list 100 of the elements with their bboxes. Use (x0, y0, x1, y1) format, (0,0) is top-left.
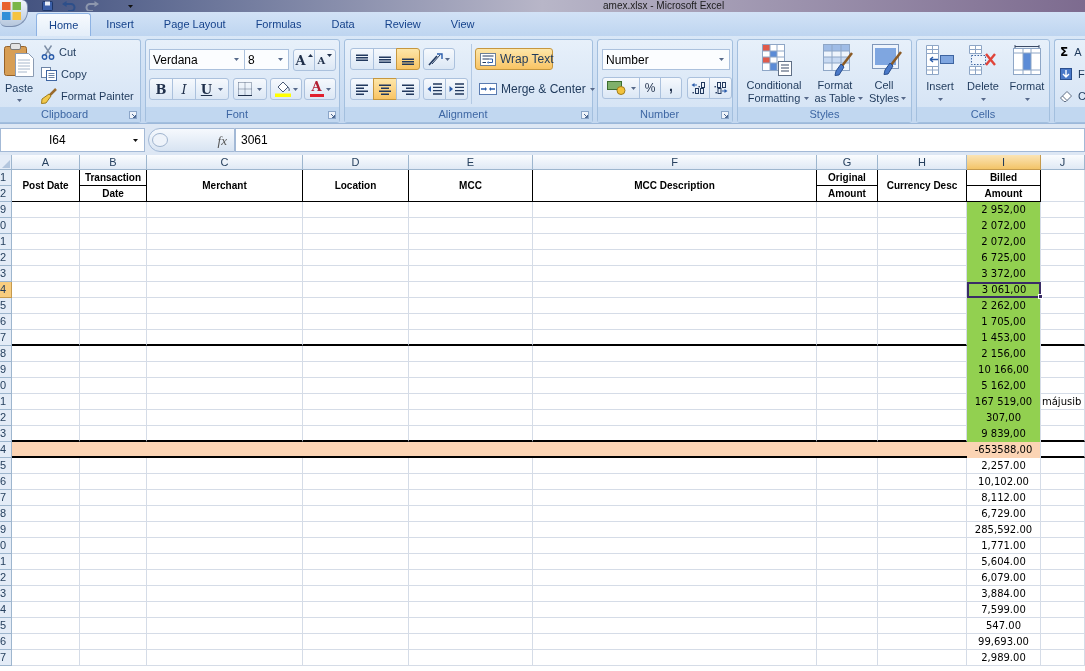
grow-font-button[interactable]: A (293, 49, 315, 71)
row-number[interactable]: 1 (0, 170, 12, 186)
column-header[interactable]: G (817, 155, 878, 170)
row-number[interactable]: 3 (0, 586, 12, 602)
bold-button[interactable]: B (149, 78, 173, 100)
row-number[interactable]: 3 (0, 266, 12, 282)
name-box[interactable]: I64 (0, 128, 145, 152)
percent-style-button[interactable]: % (639, 77, 661, 99)
row-number[interactable]: 8 (0, 346, 12, 362)
merge-center-button[interactable]: Merge & Center (475, 78, 592, 100)
save-icon[interactable] (42, 1, 53, 11)
row-number[interactable]: 7 (0, 330, 12, 346)
cut-button[interactable]: Cut (38, 41, 136, 63)
row-number[interactable]: 7 (0, 650, 12, 666)
font-size-field[interactable]: 8 (244, 49, 289, 70)
align-right-button[interactable] (396, 78, 420, 100)
row-number[interactable]: 1 (0, 234, 12, 250)
row-number[interactable]: 7 (0, 490, 12, 506)
align-center-button[interactable] (373, 78, 397, 100)
align-bottom-button[interactable] (396, 48, 420, 70)
ribbon-tab[interactable]: View (435, 13, 490, 36)
align-left-button[interactable] (350, 78, 374, 100)
row-number[interactable]: 9 (0, 522, 12, 538)
row-number[interactable]: 0 (0, 378, 12, 394)
column-header[interactable]: H (878, 155, 967, 170)
ribbon-tab[interactable]: Data (316, 13, 370, 36)
column-header[interactable]: F (533, 155, 817, 170)
decrease-indent-button[interactable] (423, 78, 446, 100)
row-number[interactable]: 8 (0, 506, 12, 522)
column-header[interactable]: A (12, 155, 80, 170)
clear-button[interactable]: C (1060, 85, 1085, 107)
delete-cells-button[interactable]: Delete (961, 42, 1005, 106)
row-number[interactable]: 5 (0, 458, 12, 474)
row-number[interactable]: 5 (0, 298, 12, 314)
wrap-text-button[interactable]: Wrap Text (475, 48, 553, 70)
row-number[interactable]: 1 (0, 394, 12, 410)
dialog-launcher-icon[interactable] (129, 110, 137, 119)
ribbon-tab[interactable]: Home (36, 13, 92, 36)
column-header[interactable]: J (1041, 155, 1085, 170)
ribbon-tab[interactable]: Insert (91, 13, 149, 36)
conditional-formatting-button[interactable]: Conditional Formatting (742, 42, 812, 106)
dialog-launcher-icon[interactable] (581, 110, 589, 119)
row-number[interactable]: 2 (0, 410, 12, 426)
row-number[interactable]: 0 (0, 538, 12, 554)
font-name-field[interactable]: Verdana (149, 49, 245, 70)
table-cell (12, 490, 80, 506)
round-menu-button[interactable] (0, 0, 28, 27)
row-number[interactable]: 9 (0, 362, 12, 378)
eraser-icon (1060, 90, 1072, 102)
comma-style-button[interactable]: , (660, 77, 682, 99)
row-number[interactable]: 5 (0, 618, 12, 634)
format-as-table-button[interactable]: Format as Table (812, 42, 864, 106)
format-cells-button[interactable]: Format (1005, 42, 1049, 106)
row-number[interactable]: 0 (0, 218, 12, 234)
row-number[interactable]: 4 (0, 442, 12, 458)
font-color-button[interactable]: A (304, 78, 336, 100)
borders-button[interactable] (233, 78, 267, 100)
column-header[interactable]: E (409, 155, 533, 170)
cell-styles-button[interactable]: Cell Styles (864, 42, 910, 106)
fill-handle-icon[interactable] (1038, 294, 1043, 299)
paste-button[interactable]: Paste (0, 40, 38, 106)
orientation-button[interactable] (423, 48, 455, 70)
row-number[interactable]: 2 (0, 570, 12, 586)
row-number[interactable]: 4 (0, 602, 12, 618)
increase-indent-button[interactable] (445, 78, 468, 100)
dialog-launcher-icon[interactable] (721, 110, 729, 119)
accounting-format-button[interactable] (602, 77, 640, 99)
insert-function-button[interactable]: fx (217, 133, 227, 147)
fill-color-button[interactable] (270, 78, 302, 100)
dialog-launcher-icon[interactable] (328, 110, 336, 119)
column-header[interactable]: I (967, 155, 1041, 170)
copy-button[interactable]: Copy (38, 63, 136, 85)
row-number[interactable]: 6 (0, 314, 12, 330)
align-top-button[interactable] (350, 48, 374, 70)
number-format-field[interactable]: Number (602, 49, 730, 70)
row-number[interactable]: 2 (0, 186, 12, 202)
autosum-button[interactable]: Σ A (1060, 41, 1085, 63)
row-number[interactable]: 3 (0, 426, 12, 442)
row-number[interactable]: 6 (0, 634, 12, 650)
column-header[interactable]: C (147, 155, 303, 170)
row-number[interactable]: 6 (0, 474, 12, 490)
format-painter-button[interactable]: Format Painter (38, 85, 136, 107)
insert-cells-button[interactable]: Insert (919, 42, 961, 106)
ribbon-tab[interactable]: Page Layout (148, 13, 241, 36)
fill-button[interactable]: F (1060, 63, 1085, 85)
ribbon-tab[interactable]: Formulas (240, 13, 317, 36)
column-header[interactable]: B (80, 155, 147, 170)
underline-button[interactable]: U (195, 78, 229, 100)
formula-input[interactable]: 3061 (235, 128, 1085, 152)
decrease-decimal-button[interactable] (709, 77, 732, 99)
align-middle-button[interactable] (373, 48, 397, 70)
increase-decimal-button[interactable] (687, 77, 710, 99)
column-header[interactable]: D (303, 155, 409, 170)
italic-button[interactable]: I (172, 78, 196, 100)
row-number[interactable]: 2 (0, 250, 12, 266)
row-number[interactable]: 4 (0, 282, 12, 298)
shrink-font-button[interactable]: A (314, 49, 336, 71)
ribbon-tab[interactable]: Review (369, 13, 436, 36)
row-number[interactable]: 9 (0, 202, 12, 218)
row-number[interactable]: 1 (0, 554, 12, 570)
